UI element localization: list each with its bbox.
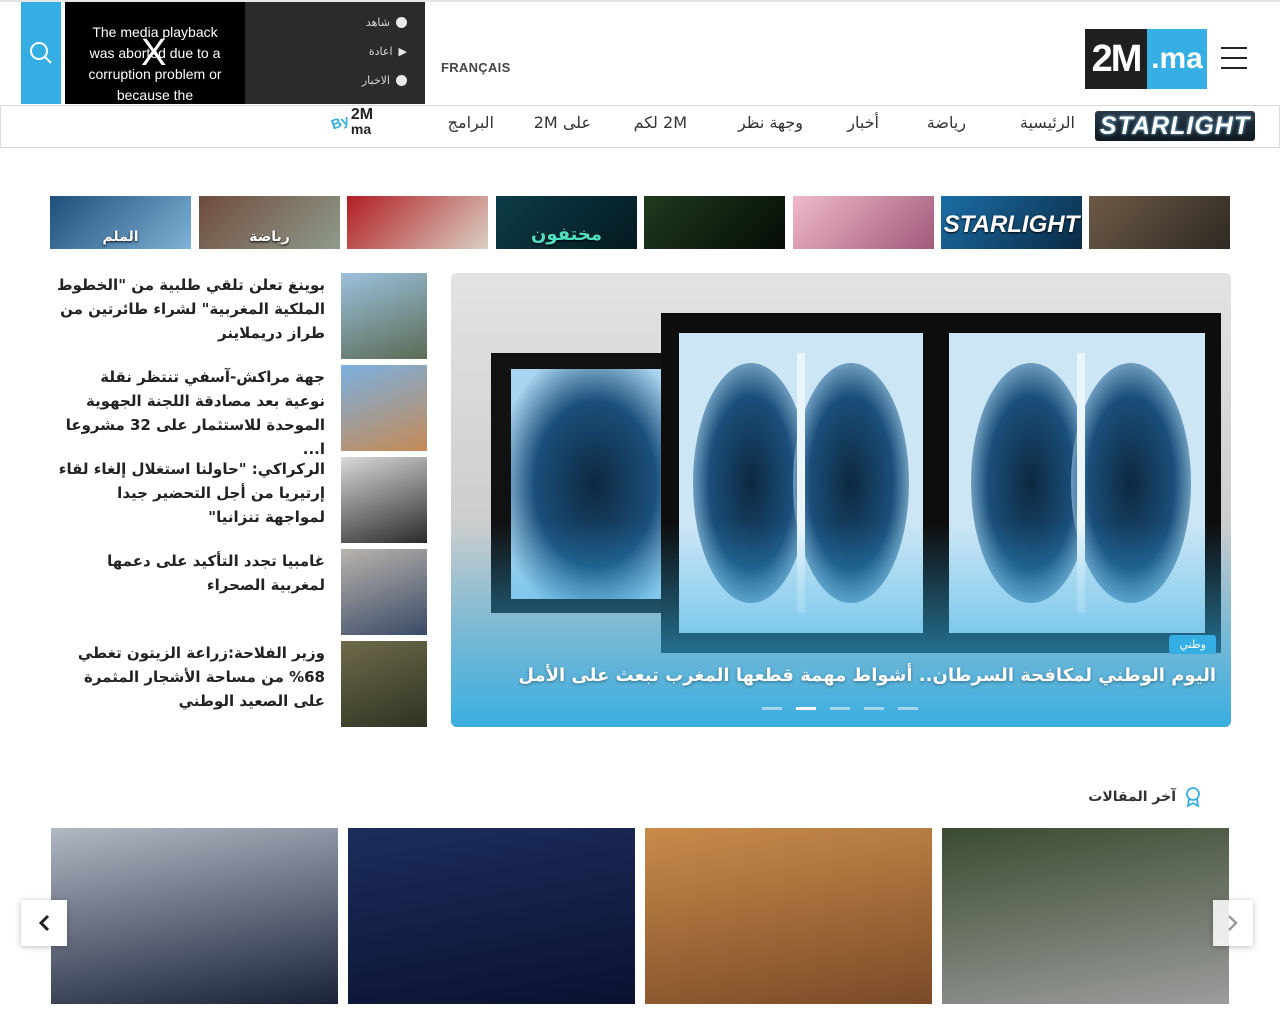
news-thumbnail[interactable] [341, 457, 427, 543]
carousel-prev-button[interactable] [21, 900, 67, 946]
latest-articles-heading: آخر المقالات [1088, 787, 1202, 807]
radio-icon [396, 17, 407, 28]
program-thumb-label: STARLIGHT [943, 211, 1080, 238]
search-button[interactable] [21, 2, 61, 104]
carousel-next-button[interactable] [1213, 900, 1253, 946]
news-icon [396, 75, 407, 86]
starlight-logo[interactable]: STARLIGHT [1095, 111, 1255, 141]
site-logo[interactable]: 2M .ma [1085, 29, 1207, 89]
news-title[interactable]: جهة مراكش-آسفي تنتظر نقلة نوعية بعد مصاد… [55, 365, 325, 461]
news-title[interactable]: وزير الفلاحة:زراعة الزيتون تغطي 68% من م… [55, 641, 325, 713]
news-thumbnail[interactable] [341, 549, 427, 635]
hero-title[interactable]: اليوم الوطني لمكافحة السرطان.. أشواط مهم… [518, 665, 1216, 686]
program-thumb-label: مختفون [530, 224, 603, 245]
side-news-item[interactable]: غامبيا تجدد التأكيد على دعمها لمغربية ال… [50, 549, 427, 635]
news-title[interactable]: غامبيا تجدد التأكيد على دعمها لمغربية ال… [55, 549, 325, 597]
player-menu-news[interactable]: الاخبار [362, 74, 407, 87]
nav-item-home[interactable]: الرئيسية [1020, 113, 1075, 132]
program-thumb-label: الملم [102, 229, 139, 245]
side-news-item[interactable]: جهة مراكش-آسفي تنتظر نقلة نوعية بعد مصاد… [50, 365, 427, 458]
by-2m-logo[interactable]: By 2M ma [329, 106, 373, 138]
article-card[interactable] [645, 828, 932, 1004]
news-title[interactable]: بوينغ تعلن تلقي طلبية من "الخطوط الملكية… [55, 273, 325, 345]
program-thumb-label: رياضة [249, 229, 290, 245]
side-news-item[interactable]: وزير الفلاحة:زراعة الزيتون تغطي 68% من م… [50, 641, 427, 727]
player-menu-replay[interactable]: اعادة ▶ [369, 45, 407, 58]
language-switch-link[interactable]: FRANÇAIS [441, 60, 511, 75]
nav-item-2m-for-you[interactable]: 2M لكم [634, 113, 687, 132]
slider-dot[interactable] [864, 707, 884, 710]
category-badge[interactable]: وطني [1169, 635, 1216, 654]
news-thumbnail[interactable] [341, 365, 427, 451]
nav-item-on-2m[interactable]: على 2M [534, 113, 591, 132]
slider-dot[interactable] [796, 707, 816, 710]
news-thumbnail[interactable] [341, 273, 427, 359]
program-thumb[interactable]: الملم [50, 196, 191, 249]
player-menu-watch[interactable]: شاهد [366, 16, 407, 29]
side-news-item[interactable]: الركراكي: "حاولنا استغلال إلغاء لقاء إرت… [50, 457, 427, 543]
program-thumb[interactable] [1089, 196, 1230, 249]
program-thumb[interactable]: مختفون [496, 196, 637, 249]
program-thumb[interactable] [793, 196, 934, 249]
chevron-right-icon [1228, 915, 1238, 931]
chevron-left-icon [38, 914, 50, 932]
nav-item-opinion[interactable]: وجهة نظر [738, 113, 803, 132]
article-card[interactable] [942, 828, 1229, 1004]
program-thumb[interactable] [347, 196, 488, 249]
nav-item-news[interactable]: أخبار [847, 113, 879, 132]
slider-dot[interactable] [762, 707, 782, 710]
article-card[interactable] [348, 828, 635, 1004]
menu-icon[interactable] [1221, 47, 1247, 69]
hero-image [451, 273, 1231, 727]
program-thumb[interactable] [644, 196, 785, 249]
side-news-item[interactable]: بوينغ تعلن تلقي طلبية من "الخطوط الملكية… [50, 273, 427, 359]
player-close-button[interactable]: X [141, 34, 166, 72]
news-title[interactable]: الركراكي: "حاولنا استغلال إلغاء لقاء إرت… [55, 457, 325, 529]
award-icon [1186, 787, 1200, 807]
play-icon: ▶ [398, 45, 407, 58]
slider-dot[interactable] [898, 707, 918, 710]
player-menu: شاهد اعادة ▶ الاخبار [245, 2, 425, 104]
program-thumb[interactable]: رياضة [199, 196, 340, 249]
hero-slider[interactable]: وطني اليوم الوطني لمكافحة السرطان.. أشوا… [451, 273, 1231, 727]
article-card[interactable] [51, 828, 338, 1004]
news-thumbnail[interactable] [341, 641, 427, 727]
nav-item-sport[interactable]: رياضة [927, 113, 966, 132]
nav-item-programs[interactable]: البرامج [448, 113, 494, 132]
search-icon [30, 42, 52, 64]
slider-dot[interactable] [830, 707, 850, 710]
program-thumb[interactable]: STARLIGHT [941, 196, 1082, 249]
